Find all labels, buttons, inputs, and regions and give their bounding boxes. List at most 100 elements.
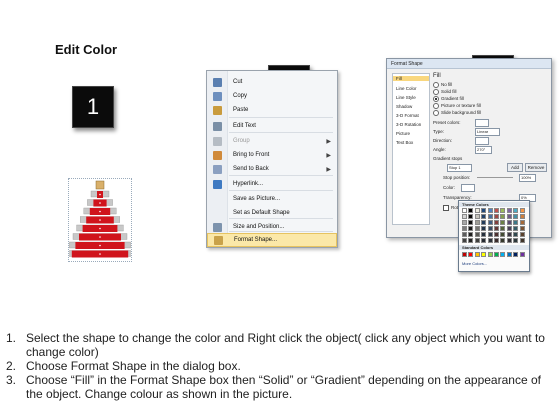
rotate-checkbox[interactable]: [443, 205, 449, 211]
theme-color-swatch[interactable]: [500, 238, 506, 243]
theme-color-swatch[interactable]: [506, 208, 512, 213]
menu-item-size-and-position[interactable]: Size and Position...: [207, 220, 337, 234]
theme-color-swatch[interactable]: [481, 208, 487, 213]
stop-position-field[interactable]: 100%: [519, 174, 536, 182]
category-line-style[interactable]: Line Style: [396, 95, 416, 100]
add-stop-button[interactable]: Add: [507, 163, 523, 172]
theme-color-swatch[interactable]: [468, 214, 474, 219]
theme-color-swatch[interactable]: [506, 232, 512, 237]
theme-color-swatch[interactable]: [513, 238, 519, 243]
theme-color-swatch[interactable]: [474, 214, 480, 219]
theme-color-swatch[interactable]: [513, 208, 519, 213]
radio-slide-background-fill[interactable]: [433, 110, 439, 116]
radio-solid-fill[interactable]: [433, 89, 439, 95]
theme-color-swatch[interactable]: [474, 208, 480, 213]
theme-color-swatch[interactable]: [481, 238, 487, 243]
category-picture[interactable]: Picture: [396, 131, 410, 136]
option-no-fill[interactable]: No fill: [433, 82, 452, 88]
menu-item-save-as-picture[interactable]: Save as Picture...: [207, 192, 337, 206]
theme-color-swatch[interactable]: [494, 214, 499, 219]
theme-color-swatch[interactable]: [513, 232, 519, 237]
menu-item-cut[interactable]: Cut: [207, 75, 337, 89]
standard-color-swatch[interactable]: [474, 252, 480, 257]
theme-color-swatch[interactable]: [487, 232, 493, 237]
radio-gradient-fill[interactable]: [433, 96, 439, 102]
theme-color-swatch[interactable]: [468, 232, 474, 237]
theme-color-swatch[interactable]: [519, 214, 525, 219]
theme-color-swatch[interactable]: [519, 208, 525, 213]
theme-color-swatch[interactable]: [506, 214, 512, 219]
menu-item-paste[interactable]: Paste: [207, 103, 337, 117]
theme-color-swatch[interactable]: [494, 238, 499, 243]
radio-picture-fill[interactable]: [433, 103, 439, 109]
stop-position-slider[interactable]: [477, 177, 513, 178]
theme-color-swatch[interactable]: [474, 220, 480, 225]
theme-color-swatch[interactable]: [468, 226, 474, 231]
standard-color-swatch[interactable]: [468, 252, 474, 257]
angle-field[interactable]: 270°: [475, 146, 492, 154]
standard-color-swatch[interactable]: [513, 252, 519, 257]
category-3d-format[interactable]: 3-D Format: [396, 113, 419, 118]
theme-color-swatch[interactable]: [468, 220, 474, 225]
theme-color-swatch[interactable]: [500, 226, 506, 231]
remove-stop-button[interactable]: Remove: [525, 163, 547, 172]
theme-color-swatch[interactable]: [468, 208, 474, 213]
theme-color-swatch[interactable]: [468, 238, 474, 243]
selected-stairs-shape[interactable]: [65, 178, 135, 262]
category-3d-rotation[interactable]: 3-D Rotation: [396, 122, 421, 127]
standard-color-swatch[interactable]: [506, 252, 512, 257]
theme-color-swatch[interactable]: [506, 220, 512, 225]
menu-item-set-as-default-shape[interactable]: Set as Default Shape: [207, 206, 337, 220]
theme-color-swatch[interactable]: [487, 220, 493, 225]
theme-color-swatch[interactable]: [494, 226, 499, 231]
preset-colors-dropdown[interactable]: [475, 119, 489, 127]
direction-dropdown[interactable]: [475, 137, 489, 145]
theme-color-swatch[interactable]: [462, 232, 467, 237]
theme-color-swatch[interactable]: [474, 226, 480, 231]
theme-color-swatch[interactable]: [462, 208, 467, 213]
more-colors-link[interactable]: More Colors...: [462, 261, 487, 266]
category-shadow[interactable]: Shadow: [396, 104, 412, 109]
radio-no-fill[interactable]: [433, 82, 439, 88]
theme-color-swatch[interactable]: [513, 214, 519, 219]
gradient-stop-dropdown[interactable]: Stop 1: [447, 164, 472, 172]
category-fill[interactable]: Fill: [393, 76, 429, 81]
theme-color-swatch[interactable]: [519, 220, 525, 225]
theme-color-swatch[interactable]: [481, 214, 487, 219]
standard-color-swatch[interactable]: [487, 252, 493, 257]
theme-color-swatch[interactable]: [500, 208, 506, 213]
theme-color-swatch[interactable]: [462, 238, 467, 243]
theme-color-swatch[interactable]: [462, 214, 467, 219]
theme-color-swatch[interactable]: [494, 208, 499, 213]
theme-color-swatch[interactable]: [519, 238, 525, 243]
theme-color-swatch[interactable]: [506, 226, 512, 231]
standard-color-swatch[interactable]: [494, 252, 499, 257]
theme-color-swatch[interactable]: [462, 226, 467, 231]
type-dropdown[interactable]: Linear: [475, 128, 500, 136]
standard-color-swatch[interactable]: [519, 252, 525, 257]
theme-color-swatch[interactable]: [494, 232, 499, 237]
standard-color-swatch[interactable]: [481, 252, 487, 257]
theme-color-swatch[interactable]: [500, 214, 506, 219]
menu-item-copy[interactable]: Copy: [207, 89, 337, 103]
color-dropdown[interactable]: [461, 184, 475, 192]
option-solid-fill[interactable]: Solid fill: [433, 89, 457, 95]
theme-color-swatch[interactable]: [481, 220, 487, 225]
theme-color-swatch[interactable]: [474, 238, 480, 243]
theme-color-swatch[interactable]: [494, 220, 499, 225]
category-text-box[interactable]: Text Box: [396, 140, 413, 145]
theme-color-swatch[interactable]: [519, 232, 525, 237]
theme-color-swatch[interactable]: [500, 220, 506, 225]
standard-color-swatch[interactable]: [462, 252, 467, 257]
theme-color-swatch[interactable]: [474, 232, 480, 237]
menu-item-format-shape[interactable]: Format Shape...: [207, 233, 337, 247]
option-slide-background-fill[interactable]: Slide background fill: [433, 110, 481, 116]
theme-color-swatch[interactable]: [487, 238, 493, 243]
theme-color-swatch[interactable]: [487, 214, 493, 219]
theme-color-swatch[interactable]: [506, 238, 512, 243]
theme-color-swatch[interactable]: [481, 226, 487, 231]
option-gradient-fill[interactable]: Gradient fill: [433, 96, 464, 102]
menu-item-send-to-back[interactable]: Send to Back ▶: [207, 162, 337, 176]
theme-color-swatch[interactable]: [487, 226, 493, 231]
category-line-color[interactable]: Line Color: [396, 86, 417, 91]
